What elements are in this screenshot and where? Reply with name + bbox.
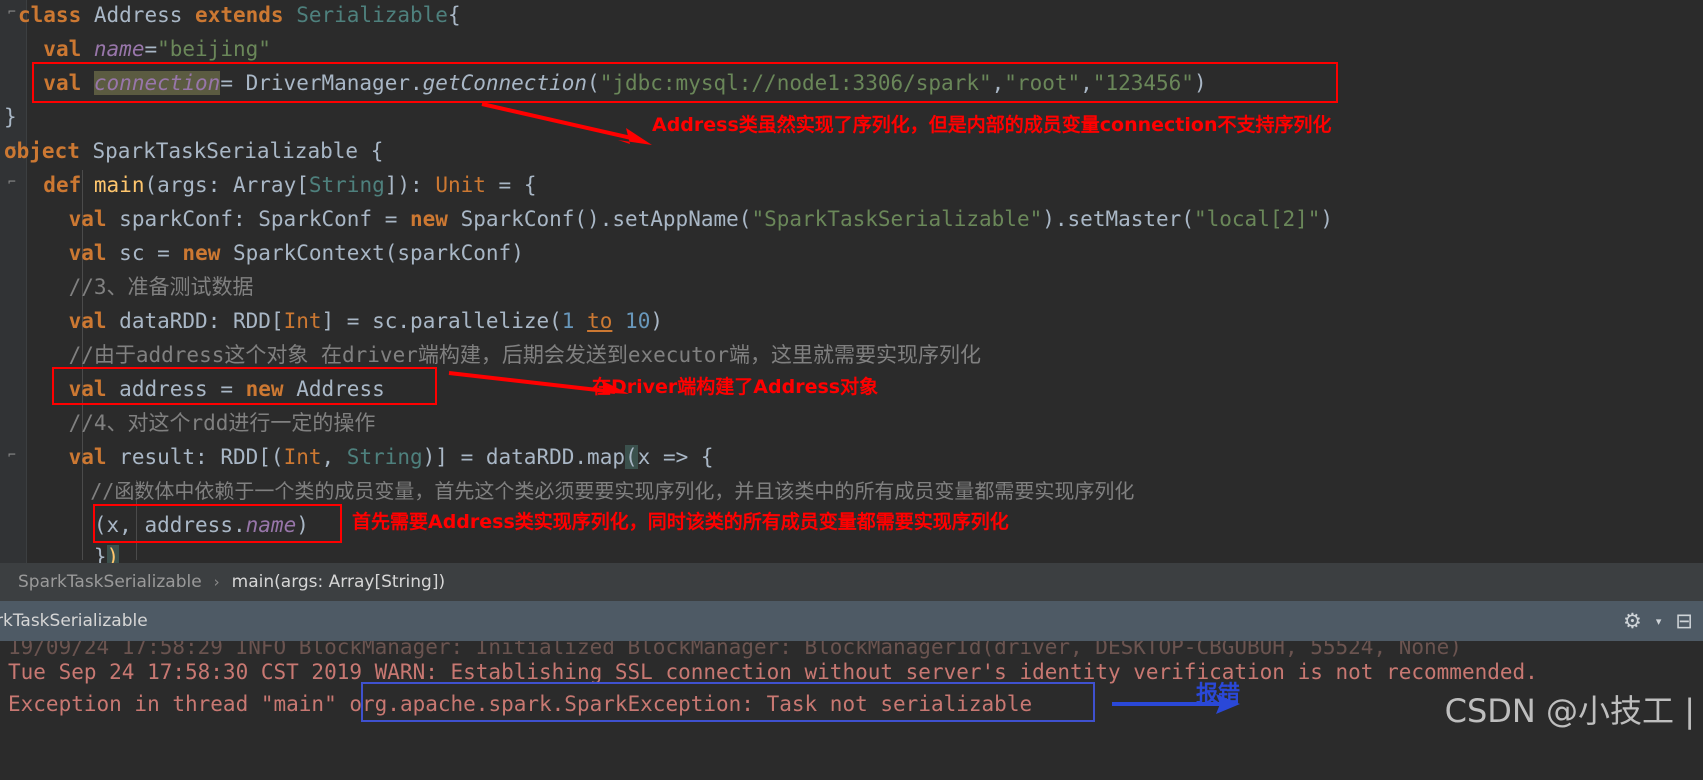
annotation-connection: Address类虽然实现了序列化，但是内部的成员变量connection不支持序… bbox=[652, 114, 1332, 136]
chevron-down-icon[interactable]: ▾ bbox=[1656, 615, 1662, 628]
code-line-6[interactable]: def main(args: Array[String]): Unit = { bbox=[18, 168, 536, 202]
breadcrumb-item-class[interactable]: SparkTaskSerializable bbox=[0, 572, 202, 592]
code-line-10[interactable]: val dataRDD: RDD[Int] = sc.parallelize(1… bbox=[18, 304, 663, 338]
annotation-serialize: 首先需要Address类实现序列化，同时该类的所有成员变量都需要实现序列化 bbox=[352, 511, 1009, 533]
code-line-11[interactable]: //由于address这个对象 在driver端构建，后期会发送到executo… bbox=[18, 338, 981, 372]
code-line-3[interactable]: val connection= DriverManager.getConnect… bbox=[18, 66, 1207, 100]
run-tool-window-tab[interactable]: rkTaskSerializable ⚙ ▾ ⊟ bbox=[0, 601, 1703, 641]
run-tab-icons[interactable]: ⚙ ▾ ⊟ bbox=[1623, 610, 1703, 632]
code-line-9[interactable]: //3、准备测试数据 bbox=[18, 270, 254, 304]
console-line-warn: Tue Sep 24 17:58:30 CST 2019 WARN: Estab… bbox=[8, 660, 1538, 684]
chevron-right-icon: › bbox=[213, 573, 220, 591]
code-editor[interactable]: ⌐ ⌐ ⌐ ⌐ class Address extends Serializab… bbox=[0, 0, 1703, 569]
run-tab-label[interactable]: rkTaskSerializable bbox=[0, 611, 148, 631]
code-line-16[interactable]: (x, address.name) bbox=[18, 508, 309, 542]
console-exception-prefix: Exception in thread "main" bbox=[8, 692, 350, 716]
code-line-13[interactable]: //4、对这个rdd进行一定的操作 bbox=[18, 406, 376, 440]
breadcrumb-item-method[interactable]: main(args: Array[String]) bbox=[232, 572, 445, 592]
ide-screenshot: ⌐ ⌐ ⌐ ⌐ class Address extends Serializab… bbox=[0, 0, 1703, 780]
code-line-4[interactable]: } bbox=[4, 100, 17, 134]
breadcrumb[interactable]: SparkTaskSerializable › main(args: Array… bbox=[0, 563, 1703, 601]
console-exception-boxed: org.apache.spark.SparkException: Task no… bbox=[349, 692, 1033, 716]
gear-icon[interactable]: ⚙ bbox=[1623, 610, 1642, 632]
code-line-12[interactable]: val address = new Address bbox=[18, 372, 385, 406]
minimize-icon[interactable]: ⊟ bbox=[1675, 610, 1693, 632]
annotation-error: 报错 bbox=[1196, 682, 1241, 707]
console-line-exception: Exception in thread "main" org.apache.sp… bbox=[8, 688, 1032, 720]
code-line-15[interactable]: //函数体中依赖于一个类的成员变量，首先这个类必须要要实现序列化，并且该类中的所… bbox=[18, 474, 1134, 508]
arrow-connection-icon bbox=[481, 102, 652, 145]
code-line-14[interactable]: val result: RDD[(Int, String)] = dataRDD… bbox=[18, 440, 714, 474]
annotation-driver: 在Driver端构建了Address对象 bbox=[592, 376, 879, 398]
code-line-2[interactable]: val name="beijing" bbox=[18, 32, 271, 66]
code-line-1[interactable]: class Address extends Serializable{ bbox=[18, 0, 461, 32]
watermark: CSDN @小技工 | bbox=[1444, 692, 1695, 730]
code-line-8[interactable]: val sc = new SparkContext(sparkConf) bbox=[18, 236, 524, 270]
code-line-7[interactable]: val sparkConf: SparkConf = new SparkConf… bbox=[18, 202, 1334, 236]
code-line-5[interactable]: object SparkTaskSerializable { bbox=[4, 134, 383, 168]
